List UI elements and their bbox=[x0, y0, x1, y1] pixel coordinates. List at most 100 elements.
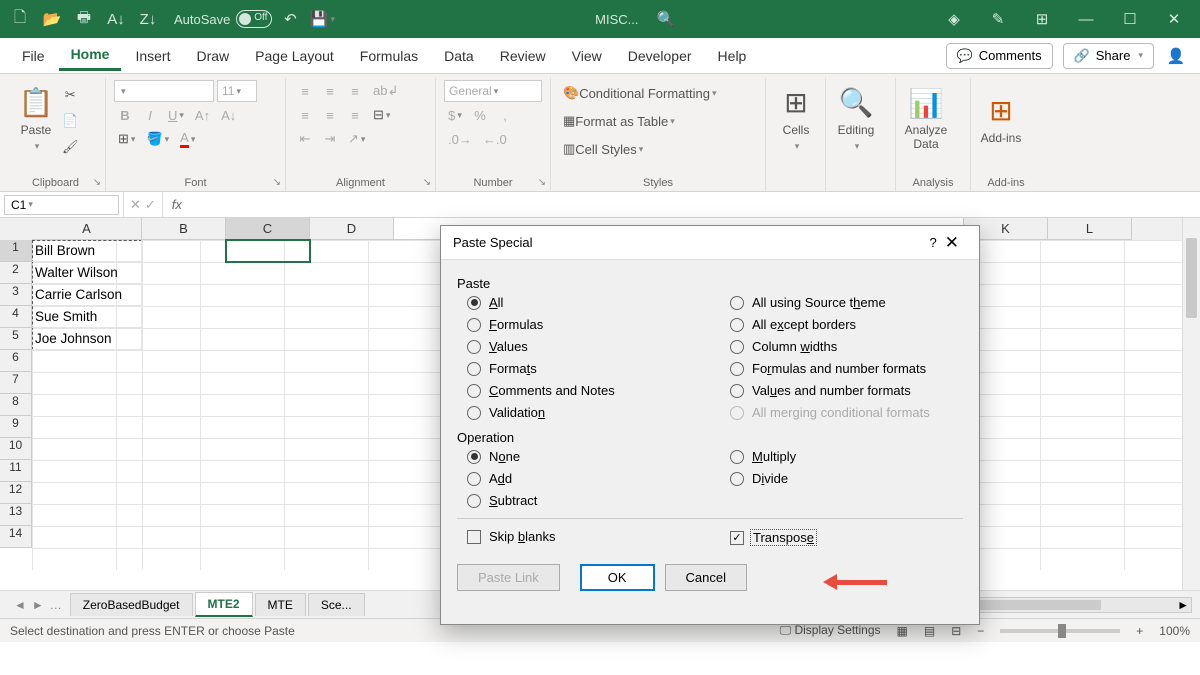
underline-button[interactable]: U bbox=[164, 104, 188, 126]
font-size-box[interactable]: 11 bbox=[217, 80, 257, 102]
row-header[interactable]: 9 bbox=[0, 416, 32, 438]
zoom-level[interactable]: 100% bbox=[1159, 624, 1190, 638]
alignment-launcher-icon[interactable]: ↘ bbox=[423, 177, 431, 188]
row-header[interactable]: 4 bbox=[0, 306, 32, 328]
increase-font-icon[interactable]: A↑ bbox=[191, 104, 214, 126]
cells-button[interactable]: ⊞Cells bbox=[774, 80, 818, 158]
print-icon[interactable]: 🖶 bbox=[70, 5, 98, 33]
sheet-prev-icon[interactable]: ◄ bbox=[14, 598, 26, 612]
cell-a4[interactable]: Sue Smith bbox=[32, 306, 142, 328]
align-middle-icon[interactable]: ≡ bbox=[319, 80, 341, 102]
col-header[interactable]: A bbox=[32, 218, 142, 240]
radio-divide[interactable]: Divide bbox=[730, 471, 963, 486]
tab-page-layout[interactable]: Page Layout bbox=[243, 42, 346, 70]
addins-button[interactable]: ⊞Add-ins bbox=[979, 80, 1023, 158]
fill-color-button[interactable]: 🪣 bbox=[142, 128, 173, 150]
cell-a1[interactable]: Bill Brown bbox=[32, 240, 142, 262]
font-name-box[interactable] bbox=[114, 80, 214, 102]
user-icon[interactable]: 👤 bbox=[1162, 42, 1190, 70]
dialog-close-icon[interactable]: ✕ bbox=[937, 229, 967, 257]
radio-formats[interactable]: Formats bbox=[467, 361, 700, 376]
radio-comments[interactable]: Comments and Notes bbox=[467, 383, 700, 398]
sheet-more-icon[interactable]: … bbox=[50, 598, 62, 612]
radio-formulas-number[interactable]: Formulas and number formats bbox=[730, 361, 963, 376]
col-header[interactable]: C bbox=[226, 218, 310, 240]
tab-draw[interactable]: Draw bbox=[184, 42, 241, 70]
copy-icon[interactable]: 📄 bbox=[58, 110, 83, 132]
col-header[interactable]: B bbox=[142, 218, 226, 240]
decrease-indent-icon[interactable]: ⇤ bbox=[294, 128, 316, 150]
font-launcher-icon[interactable]: ↘ bbox=[273, 177, 281, 188]
row-header[interactable]: 13 bbox=[0, 504, 32, 526]
enter-formula-icon[interactable]: ✓ bbox=[145, 197, 156, 213]
bold-button[interactable]: B bbox=[114, 104, 136, 126]
sheet-next-icon[interactable]: ► bbox=[32, 598, 44, 612]
analyze-data-button[interactable]: 📊Analyze Data bbox=[904, 80, 948, 158]
radio-subtract[interactable]: Subtract bbox=[467, 493, 700, 508]
row-header[interactable]: 3 bbox=[0, 284, 32, 306]
radio-multiply[interactable]: Multiply bbox=[730, 449, 963, 464]
wrap-text-icon[interactable]: ab↲ bbox=[369, 80, 402, 102]
font-color-button[interactable]: A bbox=[176, 128, 199, 150]
increase-indent-icon[interactable]: ⇥ bbox=[319, 128, 341, 150]
radio-none[interactable]: None bbox=[467, 449, 700, 464]
save-icon[interactable]: 💾 bbox=[308, 5, 336, 33]
fx-icon[interactable]: fx bbox=[163, 197, 191, 212]
row-header[interactable]: 5 bbox=[0, 328, 32, 350]
tab-developer[interactable]: Developer bbox=[616, 42, 704, 70]
merge-button[interactable]: ⊟ bbox=[369, 104, 394, 126]
view-normal-icon[interactable]: ▦ bbox=[897, 624, 908, 638]
sheet-tab[interactable]: MTE bbox=[255, 593, 306, 616]
display-settings-button[interactable]: 🖵 Display Settings bbox=[780, 623, 881, 638]
diamond-icon[interactable]: ◈ bbox=[934, 5, 974, 33]
tab-help[interactable]: Help bbox=[706, 42, 759, 70]
comments-button[interactable]: 💬 Comments bbox=[946, 43, 1053, 69]
paste-button[interactable]: 📋Paste bbox=[14, 80, 58, 158]
row-header[interactable]: 7 bbox=[0, 372, 32, 394]
row-header[interactable]: 8 bbox=[0, 394, 32, 416]
col-header[interactable]: L bbox=[1048, 218, 1132, 240]
format-painter-icon[interactable]: 🖌 bbox=[58, 136, 83, 158]
close-icon[interactable]: ✕ bbox=[1154, 5, 1194, 33]
new-icon[interactable]: 🗋 bbox=[6, 5, 34, 33]
radio-except-borders[interactable]: All except borders bbox=[730, 317, 963, 332]
checkbox-skip-blanks[interactable]: Skip blanks bbox=[467, 529, 700, 544]
vertical-scrollbar[interactable] bbox=[1182, 218, 1200, 590]
align-bottom-icon[interactable]: ≡ bbox=[344, 80, 366, 102]
app-icon[interactable]: ⊞ bbox=[1022, 5, 1062, 33]
orientation-icon[interactable]: ↗ bbox=[344, 128, 369, 150]
border-button[interactable]: ⊞ bbox=[114, 128, 139, 150]
percent-icon[interactable]: % bbox=[469, 104, 491, 126]
radio-source-theme[interactable]: All using Source theme bbox=[730, 295, 963, 310]
sort-asc-icon[interactable]: A↓ bbox=[102, 5, 130, 33]
row-header[interactable]: 2 bbox=[0, 262, 32, 284]
cut-icon[interactable]: ✂ bbox=[58, 84, 83, 106]
checkbox-transpose[interactable]: Transpose bbox=[730, 529, 963, 546]
cancel-formula-icon[interactable]: ✕ bbox=[130, 197, 141, 213]
view-page-layout-icon[interactable]: ▤ bbox=[924, 624, 935, 638]
radio-values[interactable]: Values bbox=[467, 339, 700, 354]
ok-button[interactable]: OK bbox=[580, 564, 655, 591]
radio-add[interactable]: Add bbox=[467, 471, 700, 486]
align-center-icon[interactable]: ≡ bbox=[319, 104, 341, 126]
sort-desc-icon[interactable]: Z↓ bbox=[134, 5, 162, 33]
cell-a3[interactable]: Carrie Carlson bbox=[32, 284, 142, 306]
cell-styles-button[interactable]: ▥ Cell Styles bbox=[559, 136, 647, 162]
radio-values-number[interactable]: Values and number formats bbox=[730, 383, 963, 398]
cell-a5[interactable]: Joe Johnson bbox=[32, 328, 142, 350]
view-page-break-icon[interactable]: ⊟ bbox=[951, 624, 961, 638]
pen-icon[interactable]: ✎ bbox=[978, 5, 1018, 33]
sheet-tab-active[interactable]: MTE2 bbox=[195, 592, 253, 617]
align-top-icon[interactable]: ≡ bbox=[294, 80, 316, 102]
tab-file[interactable]: File bbox=[10, 42, 57, 70]
sheet-tab[interactable]: ZeroBasedBudget bbox=[70, 593, 193, 616]
editing-button[interactable]: 🔍Editing bbox=[834, 80, 878, 158]
number-format-box[interactable]: General bbox=[444, 80, 542, 102]
cell-a2[interactable]: Walter Wilson bbox=[32, 262, 142, 284]
minimize-icon[interactable]: — bbox=[1066, 5, 1106, 33]
name-box[interactable]: C1 bbox=[4, 195, 119, 215]
zoom-out-icon[interactable]: − bbox=[977, 624, 984, 638]
selected-cell[interactable] bbox=[226, 240, 310, 262]
row-header[interactable]: 14 bbox=[0, 526, 32, 548]
radio-all[interactable]: All bbox=[467, 295, 700, 310]
